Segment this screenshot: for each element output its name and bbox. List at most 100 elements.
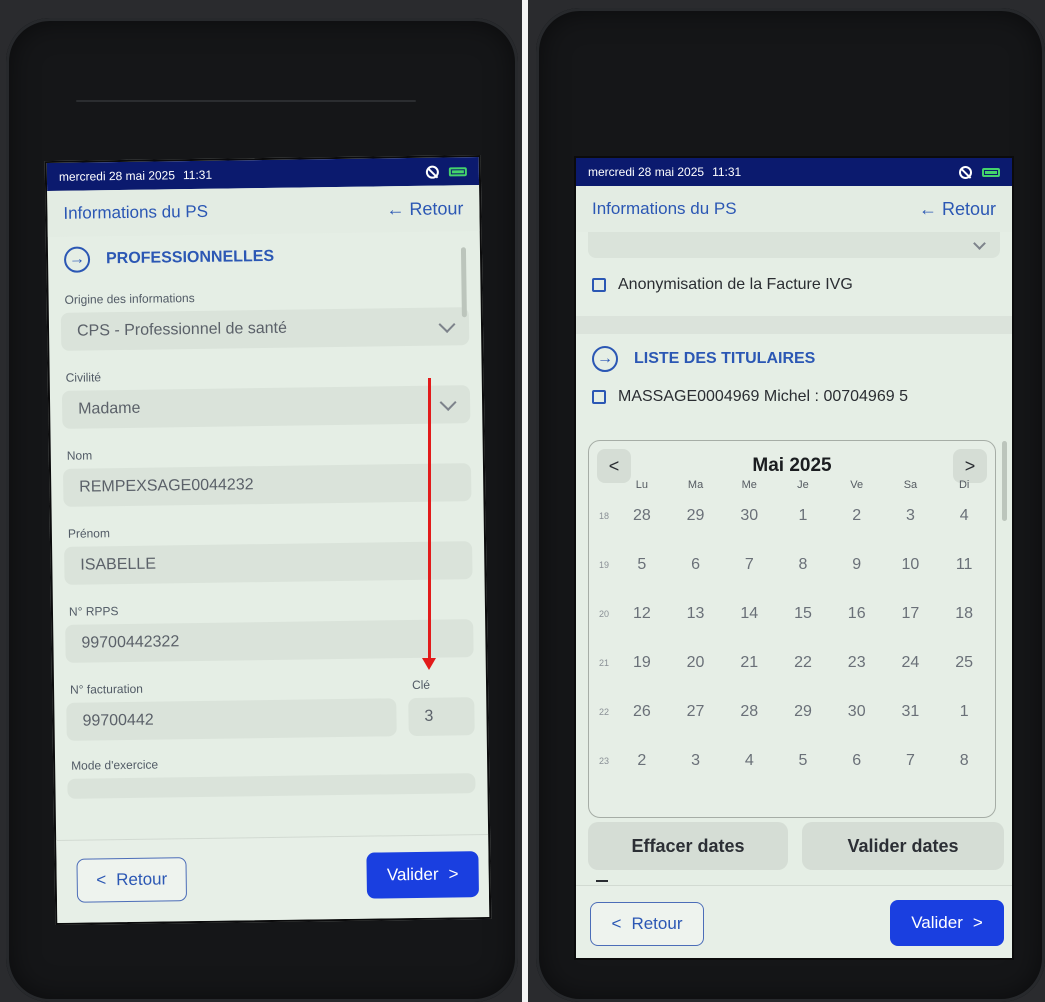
- calendar-day[interactable]: 27: [669, 703, 723, 721]
- calendar-day[interactable]: 28: [722, 703, 776, 721]
- cle-field[interactable]: 3: [408, 697, 475, 737]
- calendar-month-title: Mai 2025: [752, 455, 832, 476]
- calendar-day[interactable]: 2: [615, 752, 669, 770]
- calendar-day[interactable]: 5: [776, 752, 830, 770]
- origine-select[interactable]: CPS - Professionnel de santé: [60, 307, 470, 351]
- calendar-day[interactable]: 22: [776, 654, 830, 672]
- right-back-button[interactable]: < Retour: [590, 902, 704, 946]
- chevron-right-icon: >: [972, 913, 983, 932]
- right-status-date: mercredi 28 mai 2025: [588, 165, 705, 179]
- calendar-day[interactable]: 11: [937, 556, 991, 574]
- calendar-day[interactable]: 26: [615, 703, 669, 721]
- calendar-day[interactable]: 21: [722, 654, 776, 672]
- previous-select[interactable]: [588, 232, 1000, 258]
- calendar-day[interactable]: 8: [937, 752, 991, 770]
- calendar-week-row: 23 2 3 4 5 6 7 8: [589, 736, 995, 785]
- calendar-day[interactable]: 4: [937, 507, 991, 525]
- calendar-day[interactable]: 20: [669, 654, 723, 672]
- calendar-day[interactable]: 17: [884, 605, 938, 623]
- facturation-label: N° facturation: [69, 681, 144, 697]
- left-back-button[interactable]: < Retour: [76, 857, 188, 903]
- nom-value: REMPEXSAGE0044232: [79, 476, 254, 496]
- calendar-day[interactable]: 31: [884, 703, 938, 721]
- calendar-day[interactable]: 30: [722, 507, 776, 525]
- calendar-day[interactable]: 18: [937, 605, 991, 623]
- nom-field[interactable]: REMPEXSAGE0044232: [62, 463, 472, 507]
- left-form: → PROFESSIONNELLES Origine des informati…: [48, 241, 488, 799]
- calendar-day[interactable]: 30: [830, 703, 884, 721]
- mode-select[interactable]: [67, 773, 476, 799]
- rpps-field[interactable]: 99700442322: [65, 619, 474, 663]
- origine-value: CPS - Professionnel de santé: [76, 319, 288, 340]
- validate-dates-button[interactable]: Valider dates: [802, 822, 1004, 870]
- left-validate-button[interactable]: Valider >: [366, 851, 480, 899]
- calendar-day[interactable]: 28: [615, 507, 669, 525]
- origine-label: Origine des informations: [64, 291, 195, 307]
- left-scrollbar[interactable]: [460, 247, 467, 318]
- calendar-day[interactable]: 25: [937, 654, 991, 672]
- calendar-day[interactable]: 15: [776, 605, 830, 623]
- chevron-down-icon: [439, 393, 457, 411]
- calendar-prev-button[interactable]: <: [597, 449, 631, 483]
- list-dash: [596, 880, 608, 882]
- calendar-day[interactable]: 3: [669, 752, 723, 770]
- anonymisation-row[interactable]: Anonymisation de la Facture IVG: [576, 276, 1012, 294]
- calendar-day[interactable]: 12: [615, 605, 669, 623]
- weekday-label: Me: [741, 479, 757, 491]
- battery-icon: [448, 166, 467, 176]
- calendar-day[interactable]: 3: [884, 507, 938, 525]
- calendar-week-row: 20 12 13 14 15 16 17 18: [589, 589, 995, 638]
- left-footer: < Retour Valider >: [56, 833, 490, 923]
- left-section-header: → PROFESSIONNELLES: [48, 241, 480, 273]
- weekday-label: Lu: [635, 479, 648, 491]
- calendar-day[interactable]: 6: [669, 556, 723, 574]
- left-status-date: mercredi 28 mai 2025: [58, 168, 176, 184]
- clear-dates-button[interactable]: Effacer dates: [588, 822, 788, 870]
- battery-icon: [982, 167, 1000, 177]
- titulaire-checkbox[interactable]: [592, 390, 606, 404]
- calendar-week-row: 19 5 6 7 8 9 10 11: [589, 540, 995, 589]
- calendar-day[interactable]: 6: [830, 752, 884, 770]
- calendar-day[interactable]: 1: [937, 703, 991, 721]
- calendar-day[interactable]: 1: [776, 507, 830, 525]
- calendar-day[interactable]: 29: [776, 703, 830, 721]
- right-scrollbar[interactable]: [1002, 441, 1007, 521]
- right-validate-button[interactable]: Valider >: [890, 900, 1004, 946]
- calendar-day[interactable]: 9: [830, 556, 884, 574]
- calendar-day[interactable]: 8: [776, 556, 830, 574]
- calendar-day[interactable]: 19: [615, 654, 669, 672]
- calendar-header: < Mai 2025 >: [589, 441, 995, 483]
- left-status-time: 11:31: [182, 167, 213, 183]
- right-validate-label: Valider: [911, 913, 963, 932]
- facturation-value: 99700442: [82, 711, 154, 730]
- calendar-day[interactable]: 23: [830, 654, 884, 672]
- calendar-day[interactable]: 7: [884, 752, 938, 770]
- left-photo: mercredi 28 mai 2025 11:31 Informations …: [0, 0, 522, 1002]
- calendar-day[interactable]: 16: [830, 605, 884, 623]
- facturation-field[interactable]: 99700442: [66, 698, 397, 741]
- right-photo: mercredi 28 mai 2025 11:31 Informations …: [528, 0, 1045, 1002]
- calendar-day[interactable]: 24: [884, 654, 938, 672]
- week-number: 21: [598, 657, 609, 668]
- calendar-day[interactable]: 5: [615, 556, 669, 574]
- civilite-select[interactable]: Madame: [61, 385, 471, 429]
- titulaire-row[interactable]: MASSAGE0004969 Michel : 00704969 5: [576, 388, 1012, 406]
- week-number: 20: [598, 608, 609, 619]
- right-device: mercredi 28 mai 2025 11:31 Informations …: [536, 8, 1045, 1002]
- calendar-day[interactable]: 14: [722, 605, 776, 623]
- calendar-day[interactable]: 4: [722, 752, 776, 770]
- calendar-day[interactable]: 10: [884, 556, 938, 574]
- right-back-label: Retour: [631, 914, 683, 933]
- right-top-back-link[interactable]: ← Retour: [919, 199, 996, 220]
- left-back-label: Retour: [116, 869, 168, 890]
- calendar-next-button[interactable]: >: [952, 449, 987, 483]
- anonymisation-checkbox[interactable]: [592, 278, 606, 292]
- calendar-day[interactable]: 13: [669, 605, 723, 623]
- left-top-back-link[interactable]: ← Retour: [386, 198, 463, 220]
- week-number: 18: [598, 510, 609, 521]
- calendar-day[interactable]: 7: [722, 556, 776, 574]
- left-top-bar: Informations du PS ← Retour: [47, 185, 480, 238]
- calendar-day[interactable]: 29: [669, 507, 723, 525]
- calendar-day[interactable]: 2: [830, 507, 884, 525]
- prenom-field[interactable]: ISABELLE: [64, 541, 473, 585]
